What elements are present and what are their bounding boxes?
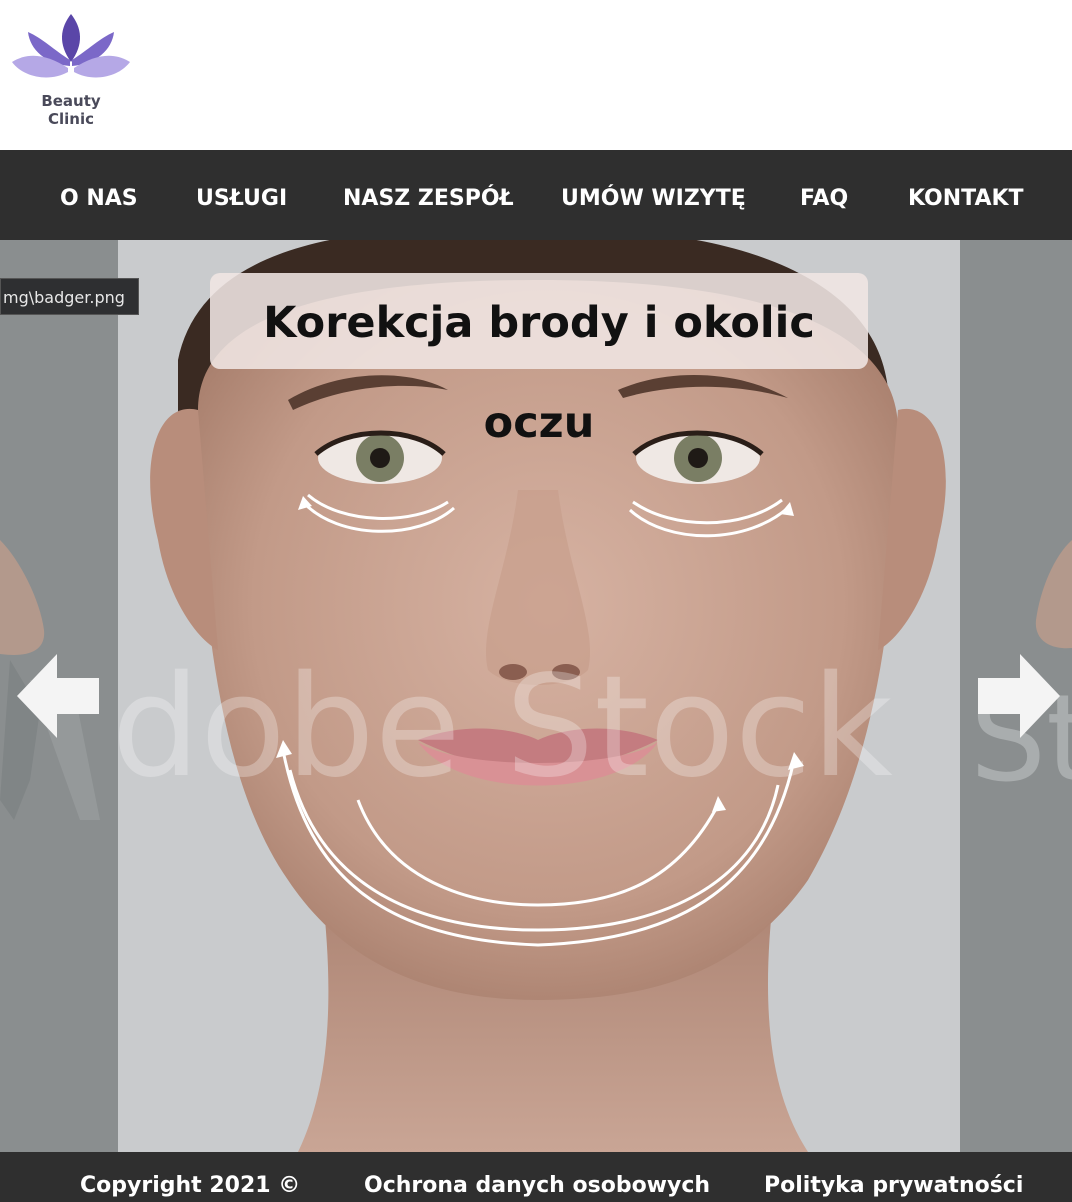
nav-item-nasz-zespol[interactable]: NASZ ZESPÓŁ (343, 150, 514, 240)
arrow-right-icon (978, 654, 1060, 738)
slide-title: Korekcja brody i okolic oczu (210, 273, 868, 448)
lotus-icon (12, 14, 130, 78)
brand-name: Beauty Clinic (10, 92, 132, 128)
arrow-left-icon (17, 654, 99, 738)
brand-name-line1: Beauty (41, 92, 101, 110)
nav-item-kontakt[interactable]: KONTAKT (908, 150, 1024, 240)
nav-item-umow-wizyte[interactable]: UMÓW WIZYTĘ (561, 150, 746, 240)
footer-link-data-protection[interactable]: Ochrona danych osobowych (364, 1152, 710, 1202)
footer-copyright: Copyright 2021 © (80, 1173, 301, 1198)
main-navigation: O NAS USŁUGI NASZ ZESPÓŁ UMÓW WIZYTĘ FAQ… (0, 150, 1072, 240)
site-footer: Copyright 2021 © Ochrona danych osobowyc… (0, 1152, 1072, 1202)
nav-item-uslugi[interactable]: USŁUGI (196, 150, 287, 240)
brand-name-line2: Clinic (47, 110, 94, 128)
next-slide-button[interactable] (978, 654, 1060, 738)
nav-item-faq[interactable]: FAQ (800, 150, 848, 240)
nav-item-o-nas[interactable]: O NAS (60, 150, 138, 240)
previous-slide-button[interactable] (17, 654, 99, 738)
site-header: Beauty Clinic (0, 0, 1072, 150)
image-path-tooltip: mg\badger.png (0, 278, 139, 315)
footer-link-privacy-policy[interactable]: Polityka prywatności (764, 1152, 1023, 1202)
watermark-text: Adobe Stock (118, 646, 893, 809)
brand-logo[interactable]: Beauty Clinic (10, 10, 132, 134)
image-slider: St dobe Stock mg\badger.png Korekcja bro… (0, 240, 1072, 1152)
